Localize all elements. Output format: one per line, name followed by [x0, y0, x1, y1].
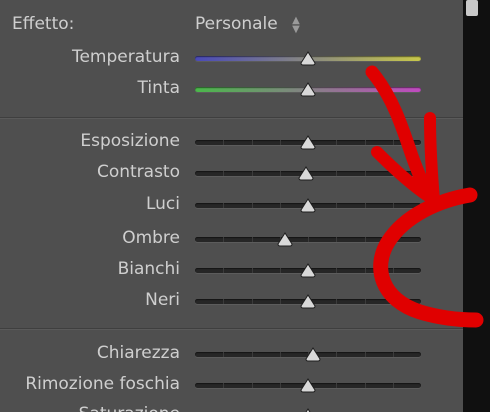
slider-tick: [280, 171, 281, 176]
updown-arrows-icon[interactable]: ▲ ▼: [290, 16, 302, 35]
scrollbar-track[interactable]: [463, 0, 490, 412]
slider-tick: [365, 237, 366, 242]
slider-tick: [393, 268, 394, 273]
slider-tick: [393, 352, 394, 357]
slider-tick: [393, 299, 394, 304]
slider-tick: [336, 383, 337, 388]
slider-tick: [280, 268, 281, 273]
slider-label-bianchi: Bianchi: [117, 259, 180, 279]
slider-tick: [280, 140, 281, 145]
slider-tick: [223, 171, 224, 176]
slider-tick: [336, 203, 337, 208]
slider-tick: [365, 140, 366, 145]
slider-label-ombre: Ombre: [122, 228, 180, 248]
slider-tick: [280, 299, 281, 304]
slider-tick: [393, 171, 394, 176]
slider-tick: [336, 268, 337, 273]
basic-adjustments-panel: Effetto: Personale ▲ ▼ Temperatura Tinta …: [0, 0, 490, 412]
slider-label-rimozione-foschia: Rimozione foschia: [25, 374, 180, 394]
slider-label-tinta: Tinta: [137, 78, 180, 98]
slider-tick: [252, 299, 253, 304]
slider-tick: [223, 352, 224, 357]
slider-tick: [223, 383, 224, 388]
slider-tick: [393, 237, 394, 242]
section-divider: [0, 328, 463, 330]
slider-tick: [280, 383, 281, 388]
slider-tick: [365, 299, 366, 304]
slider-tick: [223, 237, 224, 242]
slider-tick: [223, 203, 224, 208]
slider-label-esposizione: Esposizione: [80, 131, 180, 151]
ombre-ticks: [195, 237, 421, 242]
slider-tick: [252, 268, 253, 273]
slider-tick: [365, 171, 366, 176]
slider-tick: [336, 140, 337, 145]
slider-tick: [252, 171, 253, 176]
slider-tick: [336, 299, 337, 304]
annotation-arrow-head: [371, 112, 440, 206]
effect-label: Effetto:: [12, 14, 75, 34]
slider-tick: [252, 203, 253, 208]
slider-tick: [223, 140, 224, 145]
slider-label-neri: Neri: [145, 290, 180, 310]
slider-tick: [280, 352, 281, 357]
slider-tick: [223, 299, 224, 304]
slider-label-saturazione: Saturazione: [79, 404, 180, 412]
slider-tick: [336, 237, 337, 242]
slider-label-contrasto: Contrasto: [96, 162, 180, 182]
slider-tick: [336, 352, 337, 357]
slider-tick: [365, 268, 366, 273]
slider-tick: [393, 140, 394, 145]
slider-tick: [252, 237, 253, 242]
slider-tick: [252, 352, 253, 357]
slider-tick: [280, 203, 281, 208]
slider-tick: [308, 237, 309, 242]
slider-tick: [252, 140, 253, 145]
slider-tick: [393, 383, 394, 388]
slider-tick: [365, 352, 366, 357]
slider-tick: [252, 383, 253, 388]
scrollbar-thumb[interactable]: [466, 0, 478, 16]
slider-tick: [365, 383, 366, 388]
slider-label-temperatura: Temperatura: [71, 47, 180, 67]
effect-preset-dropdown[interactable]: Personale: [195, 14, 278, 34]
section-divider: [0, 117, 463, 119]
slider-tick: [223, 268, 224, 273]
slider-tick: [393, 203, 394, 208]
slider-label-chiarezza: Chiarezza: [96, 343, 180, 363]
slider-tick: [365, 203, 366, 208]
slider-tick: [336, 171, 337, 176]
slider-label-luci: Luci: [145, 194, 180, 214]
